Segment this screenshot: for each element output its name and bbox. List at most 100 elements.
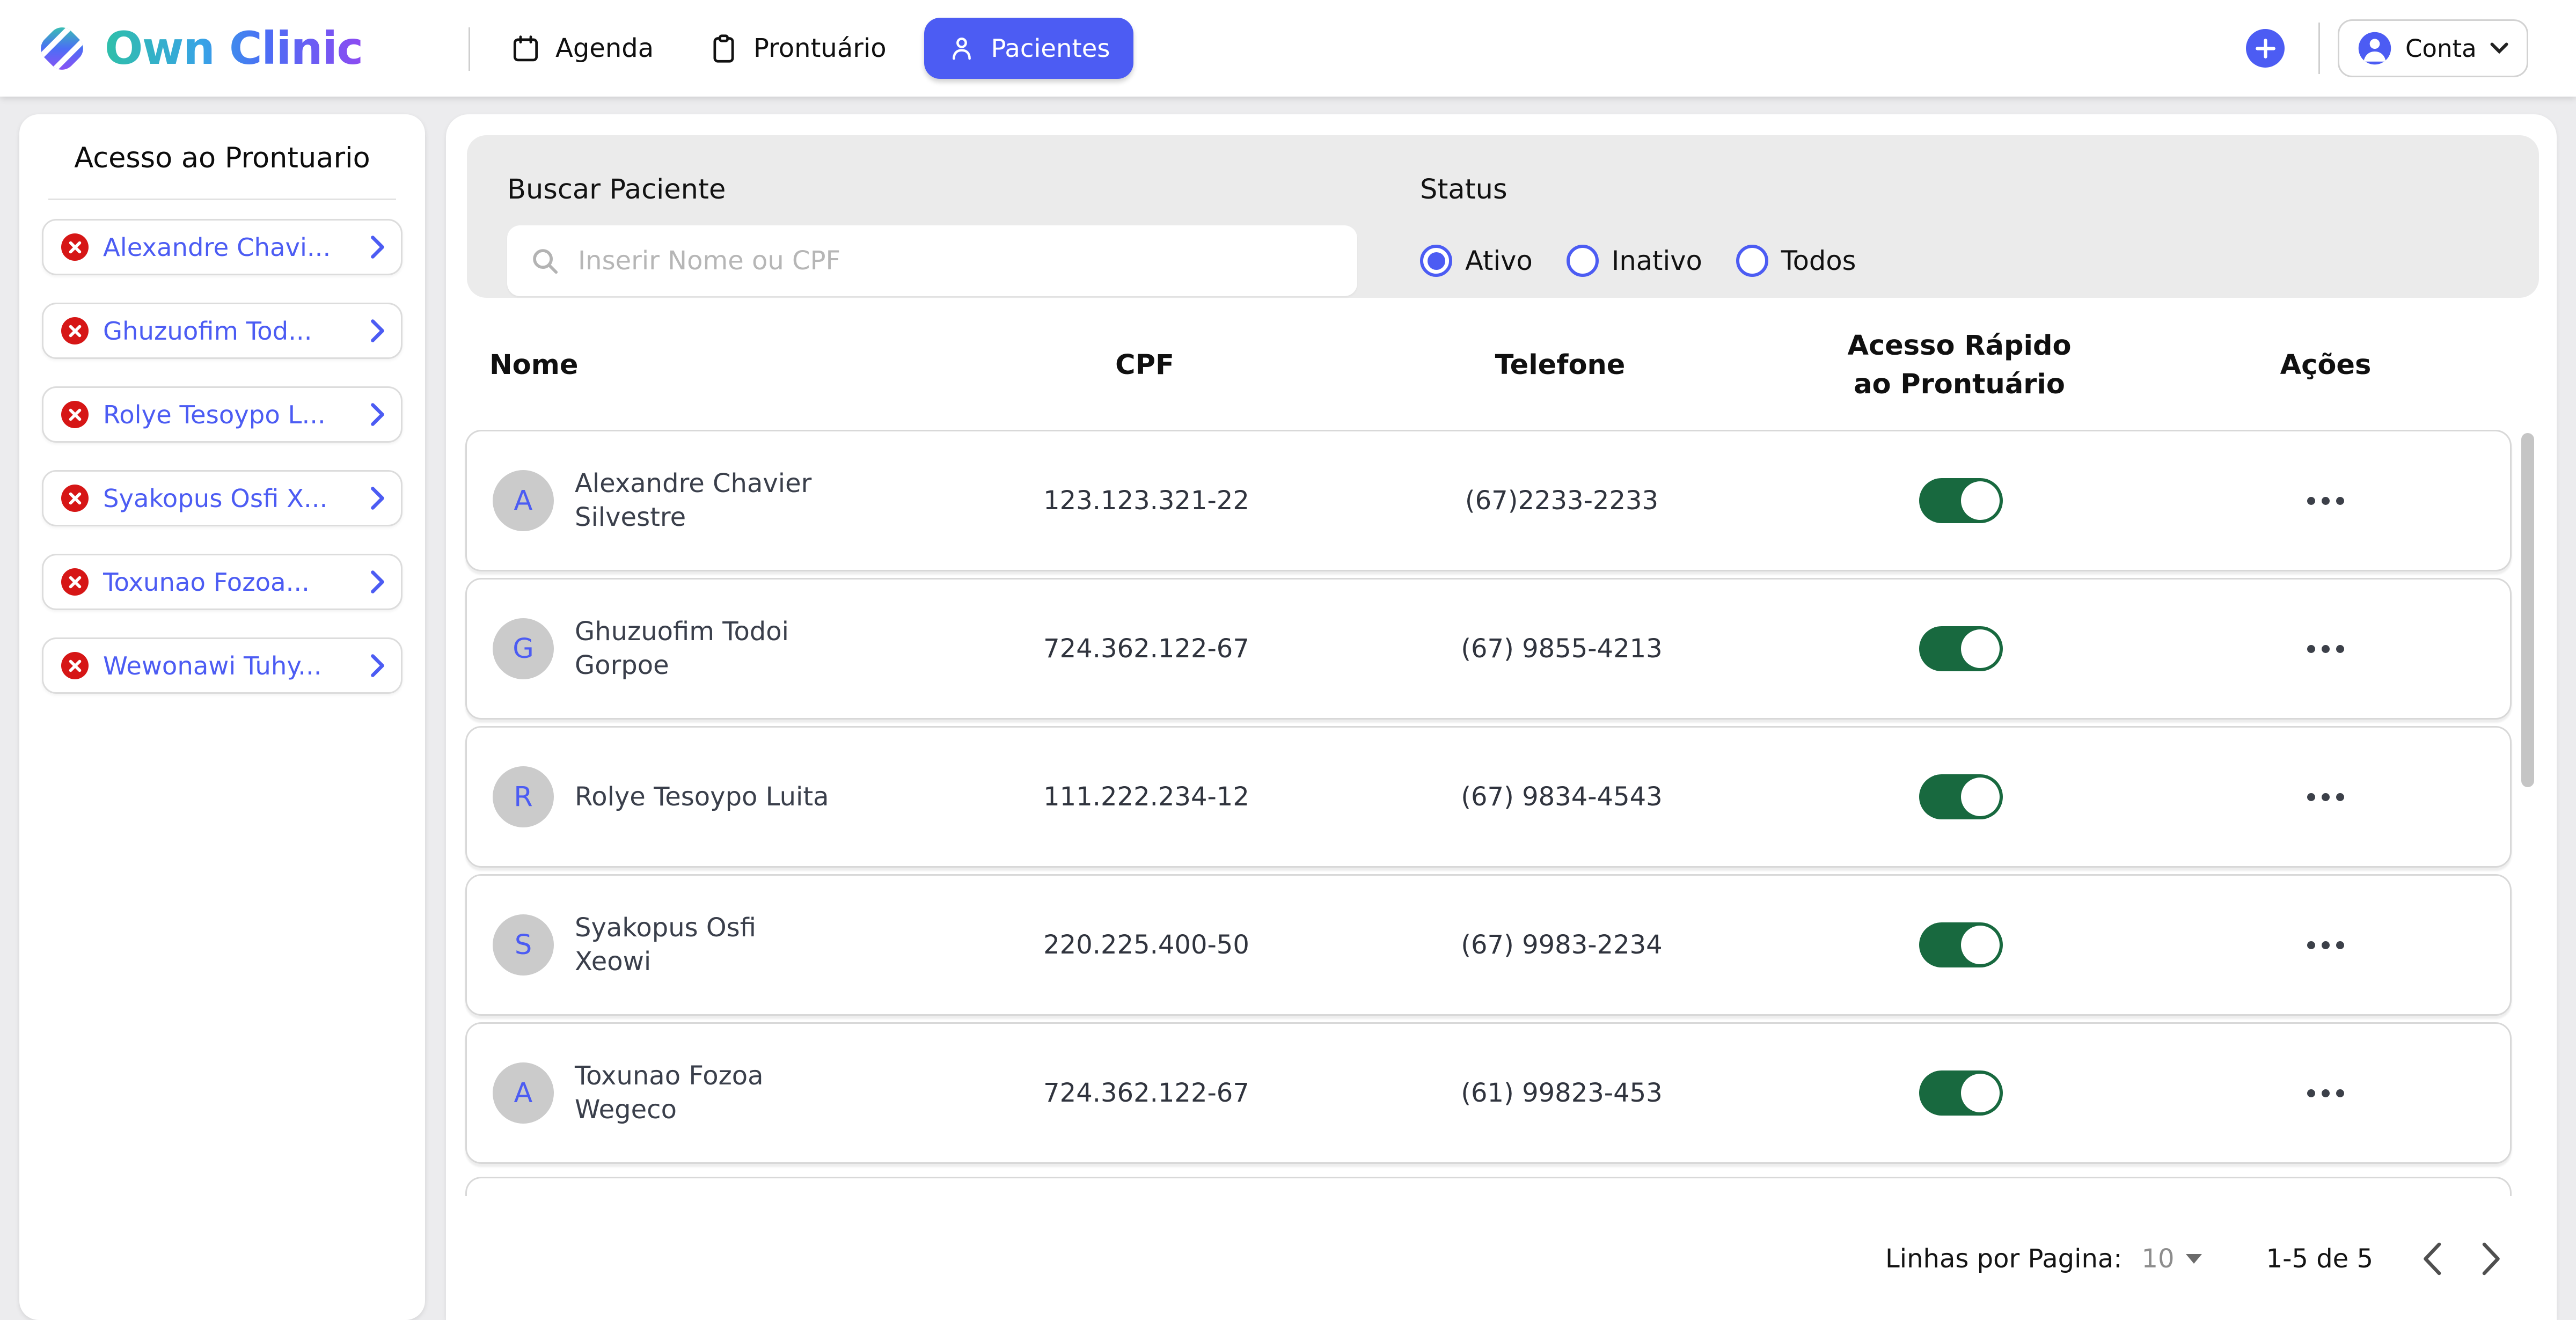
- table-row: R Rolye Tesoypo Luita 111.222.234-12 (67…: [465, 726, 2512, 868]
- patient-name-cell: A Alexandre Chavier Silvestre: [467, 467, 950, 534]
- status-label: Status: [1420, 174, 1507, 206]
- account-avatar-icon: [2357, 31, 2392, 66]
- nav-agenda[interactable]: Agenda: [510, 0, 654, 97]
- patient-cpf: 724.362.122-67: [950, 1078, 1343, 1108]
- row-actions-menu[interactable]: [2141, 793, 2510, 801]
- nav-prontuario-label: Prontuário: [753, 33, 887, 63]
- remove-icon[interactable]: [61, 317, 89, 344]
- chevron-right-icon: [370, 235, 385, 259]
- avatar: R: [493, 766, 554, 827]
- sidebar-item-patient-3[interactable]: Rolye Tesoypo L...: [42, 386, 402, 443]
- sidebar-item-patient-1[interactable]: Alexandre Chavi...: [42, 219, 402, 275]
- radio-inativo[interactable]: Inativo: [1567, 245, 1702, 277]
- table-row: S Syakopus Osfi Xeowi 220.225.400-50 (67…: [465, 874, 2512, 1016]
- caret-down-icon: [2186, 1254, 2202, 1264]
- sidebar-title: Acesso ao Prontuario: [19, 142, 425, 174]
- toggle-knob: [1961, 1074, 2000, 1112]
- rows-per-page-label: Linhas por Pagina:: [1885, 1244, 2122, 1274]
- person-icon: [947, 34, 976, 63]
- avatar: G: [493, 618, 554, 679]
- patient-name: Alexandre Chavier Silvestre: [575, 467, 811, 534]
- remove-icon[interactable]: [61, 401, 89, 428]
- add-button[interactable]: [2246, 29, 2285, 68]
- top-bar: Own Clinic Agenda Prontuário Pacientes: [0, 0, 2576, 97]
- row-actions-menu[interactable]: [2141, 941, 2510, 949]
- next-page-button[interactable]: [2481, 1241, 2502, 1277]
- account-label: Conta: [2405, 34, 2477, 63]
- quick-access-sidebar: Acesso ao Prontuario Alexandre Chavi... …: [19, 114, 425, 1320]
- chevron-right-icon: [370, 654, 385, 678]
- quick-access-toggle[interactable]: [1919, 922, 2003, 967]
- table-row-partial: [465, 1177, 2512, 1196]
- chevron-right-icon: [370, 486, 385, 510]
- sidebar-item-label: Toxunao Fozoa...: [103, 568, 356, 597]
- table-row: A Toxunao Fozoa Wegeco 724.362.122-67 (6…: [465, 1022, 2512, 1164]
- search-icon: [530, 246, 560, 276]
- remove-icon[interactable]: [61, 233, 89, 261]
- clipboard-icon: [708, 33, 739, 64]
- remove-icon[interactable]: [61, 568, 89, 596]
- radio-icon: [1567, 245, 1599, 277]
- remove-icon[interactable]: [61, 485, 89, 512]
- toggle-knob: [1961, 926, 2000, 964]
- nav-pacientes-active[interactable]: Pacientes: [924, 18, 1133, 79]
- plus-icon: [2255, 38, 2276, 59]
- sidebar-item-label: Ghuzuofim Tod...: [103, 317, 356, 346]
- topbar-divider-2: [2318, 23, 2320, 74]
- patient-phone: (67) 9834-4543: [1343, 782, 1781, 812]
- row-actions-menu[interactable]: [2141, 1089, 2510, 1097]
- sidebar-item-patient-6[interactable]: Wewonawi Tuhy...: [42, 637, 402, 694]
- sidebar-item-patient-4[interactable]: Syakopus Osfi X...: [42, 470, 402, 526]
- col-telefone: Telefone: [1341, 346, 1779, 385]
- toggle-knob: [1961, 481, 2000, 520]
- toggle-knob: [1961, 629, 2000, 668]
- sidebar-item-patient-2[interactable]: Ghuzuofim Tod...: [42, 303, 402, 359]
- radio-icon: [1736, 245, 1768, 277]
- search-label: Buscar Paciente: [507, 174, 726, 206]
- table-row: G Ghuzuofim Todoi Gorpoe 724.362.122-67 …: [465, 578, 2512, 720]
- patient-phone: (61) 99823-453: [1343, 1078, 1781, 1108]
- sidebar-item-patient-5[interactable]: Toxunao Fozoa...: [42, 554, 402, 610]
- avatar: A: [493, 1062, 554, 1124]
- chevron-down-icon: [2490, 42, 2509, 55]
- patient-search[interactable]: [507, 225, 1357, 296]
- chevron-right-icon: [370, 570, 385, 594]
- patient-cpf: 220.225.400-50: [950, 930, 1343, 960]
- patients-main-panel: Buscar Paciente Status Ativo Inativo: [446, 114, 2557, 1320]
- nav-prontuario[interactable]: Prontuário: [708, 0, 887, 97]
- rows-per-page-select[interactable]: 10: [2141, 1244, 2201, 1274]
- chevron-right-icon: [2481, 1241, 2502, 1277]
- patient-phone: (67)2233-2233: [1343, 486, 1781, 516]
- chevron-right-icon: [370, 402, 385, 427]
- patient-cpf: 111.222.234-12: [950, 782, 1343, 812]
- quick-access-toggle[interactable]: [1919, 774, 2003, 819]
- patient-cpf: 123.123.321-22: [950, 486, 1343, 516]
- account-menu-button[interactable]: Conta: [2338, 19, 2528, 77]
- radio-todos[interactable]: Todos: [1736, 245, 1856, 277]
- patient-cpf: 724.362.122-67: [950, 634, 1343, 664]
- row-actions-menu[interactable]: [2141, 497, 2510, 505]
- sidebar-item-label: Rolye Tesoypo L...: [103, 400, 356, 429]
- toggle-knob: [1961, 778, 2000, 816]
- patient-name: Toxunao Fozoa Wegeco: [575, 1059, 764, 1127]
- nav-agenda-label: Agenda: [555, 33, 654, 63]
- previous-page-button[interactable]: [2421, 1241, 2442, 1277]
- radio-icon: [1420, 245, 1452, 277]
- table-header: Nome CPF Telefone Acesso Rápido ao Pront…: [465, 319, 2512, 412]
- search-input[interactable]: [578, 246, 1335, 276]
- remove-icon[interactable]: [61, 652, 89, 679]
- table-scrollbar[interactable]: [2521, 433, 2534, 787]
- radio-ativo[interactable]: Ativo: [1420, 245, 1533, 277]
- quick-access-toggle[interactable]: [1919, 478, 2003, 523]
- quick-access-toggle[interactable]: [1919, 626, 2003, 671]
- chevron-right-icon: [370, 319, 385, 343]
- app-logo[interactable]: Own Clinic: [35, 0, 363, 97]
- patient-name-cell: A Toxunao Fozoa Wegeco: [467, 1059, 950, 1127]
- pagination-range: 1-5 de 5: [2266, 1244, 2373, 1274]
- col-nome: Nome: [465, 346, 948, 385]
- sidebar-item-label: Wewonawi Tuhy...: [103, 651, 356, 680]
- status-radio-group: Ativo Inativo Todos: [1420, 245, 1856, 277]
- patient-phone: (67) 9983-2234: [1343, 930, 1781, 960]
- quick-access-toggle[interactable]: [1919, 1070, 2003, 1116]
- row-actions-menu[interactable]: [2141, 645, 2510, 653]
